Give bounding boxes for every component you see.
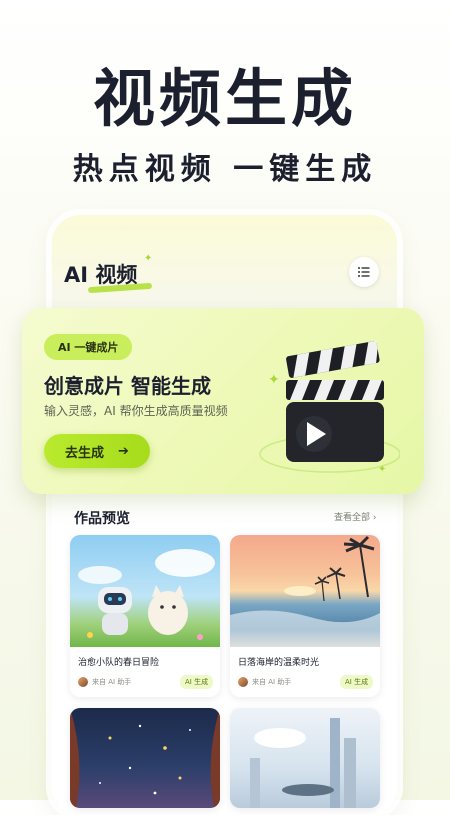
author-name: 来自 AI 助手 [252, 678, 292, 686]
gallery-card-partial[interactable] [230, 708, 380, 808]
card-thumbnail [230, 535, 380, 647]
hero-subline: 热点视频 一键生成 [72, 152, 378, 187]
see-all-link[interactable]: 查看全部 › [334, 510, 376, 523]
menu-button[interactable] [349, 257, 379, 287]
ai-tag-badge: AI 生成 [340, 675, 374, 689]
svg-text:✦: ✦ [378, 464, 386, 475]
svg-text:✦: ✦ [268, 372, 280, 388]
banner-pill: AI 一键成片 [44, 334, 133, 360]
author-name: 来自 AI 助手 [92, 678, 132, 686]
card-author: 来自 AI 助手 [238, 677, 291, 687]
gallery-card[interactable]: 治愈小队的春日冒险 来自 AI 助手 AI 生成 [70, 535, 220, 697]
ai-tag-badge: AI 生成 [180, 675, 214, 689]
avatar [238, 677, 248, 687]
promo-banner[interactable]: AI 一键成片 创意成片 智能生成 输入灵感，AI 帮你生成高质量视频 去生成 … [22, 308, 424, 494]
list-icon [358, 267, 370, 277]
sparkle-icon: ✦ [144, 253, 153, 264]
card-author: 来自 AI 助手 [78, 677, 131, 687]
card-title: 日落海岸的温柔时光 [238, 658, 320, 668]
clapperboard-play-icon: ✦ ✦ [259, 340, 400, 475]
avatar [78, 677, 88, 687]
gallery-card-partial[interactable] [70, 708, 220, 808]
generate-button-label: 去生成 [65, 445, 105, 461]
section-title: 作品预览 [74, 511, 130, 527]
banner-title: 创意成片 智能生成 [44, 374, 211, 398]
gallery-card[interactable]: 日落海岸的温柔时光 来自 AI 助手 AI 生成 [230, 535, 380, 697]
hero-headline: 视频生成 [92, 62, 357, 135]
banner-subtitle: 输入灵感，AI 帮你生成高质量视频 [44, 404, 228, 418]
card-title: 治愈小队的春日冒险 [78, 658, 160, 668]
card-thumbnail [70, 535, 220, 647]
arrow-right-icon: ➔ [118, 443, 129, 459]
generate-button[interactable]: 去生成 ➔ [44, 434, 150, 468]
